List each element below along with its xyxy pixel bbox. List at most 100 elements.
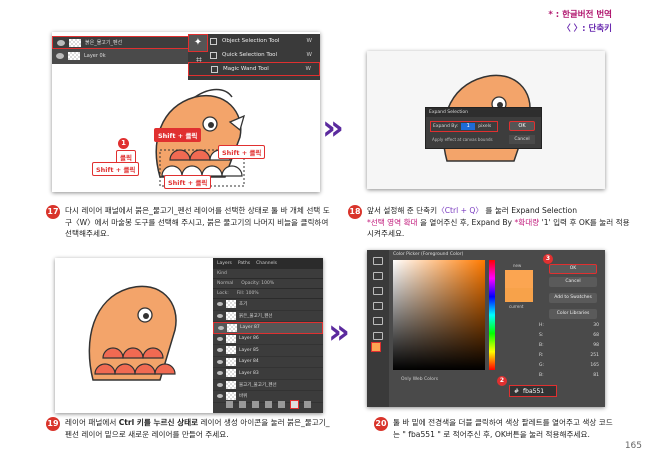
step-marker-badge: 3 xyxy=(543,254,553,264)
legend-shortcut: 〈 〉: 단축키 xyxy=(562,24,612,34)
tab-layers[interactable]: Layers xyxy=(217,261,232,266)
value-row: R: 251 xyxy=(539,353,599,363)
layer-thumbnail xyxy=(226,300,236,309)
value-field[interactable]: 251 xyxy=(590,353,599,363)
color-picker-dialog: Color Picker (Foreground Color) new curr… xyxy=(389,250,605,407)
step-18: 18 앞서 설정해 준 단축키〈Ctrl + Q〉 를 눌러 Expand Se… xyxy=(348,205,630,240)
value-key: S: xyxy=(539,333,544,338)
value-field[interactable]: 81 xyxy=(593,373,599,383)
value-key: B: xyxy=(539,373,544,378)
hue-slider[interactable] xyxy=(489,260,495,370)
crop-tool-icon[interactable]: ⌗ xyxy=(192,54,206,68)
magic-wand-tool-button[interactable]: ✦ xyxy=(188,34,208,52)
layer-label: Layer 86 xyxy=(239,336,259,342)
move-tool-icon[interactable] xyxy=(373,257,383,265)
value-field[interactable]: 68 xyxy=(593,333,599,343)
layer-thumbnail xyxy=(226,311,236,320)
value-field[interactable]: 98 xyxy=(593,343,599,353)
value-row: S: 68 xyxy=(539,333,599,343)
visibility-eye-icon[interactable] xyxy=(56,52,64,59)
visibility-eye-icon[interactable] xyxy=(217,359,223,364)
eraser-tool-icon[interactable] xyxy=(373,302,383,310)
layer-row[interactable]: Layer 83 xyxy=(213,368,323,380)
adjustment-icon[interactable] xyxy=(264,400,272,408)
fx-icon[interactable] xyxy=(238,400,246,408)
shortcut-key: W xyxy=(305,66,311,72)
dialog-title: Expand Selection xyxy=(426,108,541,117)
mask-icon[interactable] xyxy=(251,400,259,408)
color-libraries-button[interactable]: Color Libraries xyxy=(549,309,597,319)
next-step-arrow-icon: » xyxy=(322,108,344,148)
layer-row[interactable]: Layer 87 xyxy=(213,322,323,334)
kind-filter[interactable]: Kind xyxy=(217,271,227,276)
step-text: 레이어 패널에서 Ctrl 키를 누르신 상태로 레이어 생성 아이콘을 눌러 … xyxy=(65,417,336,440)
step-marker-badge: 1 xyxy=(118,138,129,149)
visibility-eye-icon[interactable] xyxy=(217,336,223,341)
quick-selection-icon xyxy=(210,51,217,59)
blend-mode-select[interactable]: Normal xyxy=(217,281,233,286)
ok-button[interactable]: OK xyxy=(509,121,535,131)
menu-item-magic-wand[interactable]: Magic Wand Tool W xyxy=(188,62,320,76)
layer-row[interactable]: 물고기_물고기_펜선 xyxy=(213,380,323,391)
layers-panel-strip: 붉은_물고기_펜선 Layer 0k xyxy=(52,36,192,64)
visibility-eye-icon[interactable] xyxy=(217,302,223,307)
foreground-color-swatch[interactable] xyxy=(371,342,381,352)
cancel-button[interactable]: Cancel xyxy=(509,135,535,144)
layer-row[interactable]: Layer 0k xyxy=(52,49,192,62)
ok-button[interactable]: OK xyxy=(549,264,597,274)
expand-selection-dialog: Expand Selection Expand By: 1 pixels OK … xyxy=(425,107,542,149)
shortcut-text: 〈Ctrl + Q〉 xyxy=(437,206,483,215)
value-key: H: xyxy=(539,323,544,328)
visibility-eye-icon[interactable] xyxy=(57,39,65,46)
visibility-eye-icon[interactable] xyxy=(218,325,224,330)
callout-shift-click: Shift + 클릭 xyxy=(92,162,140,176)
shortcut-key: W xyxy=(306,38,312,44)
color-field[interactable] xyxy=(393,260,485,370)
group-icon[interactable] xyxy=(277,400,285,408)
tab-paths[interactable]: Paths xyxy=(238,261,250,266)
tab-channels[interactable]: Channels xyxy=(256,261,277,266)
visibility-eye-icon[interactable] xyxy=(217,313,223,318)
layer-row[interactable]: 초기 xyxy=(213,299,323,311)
expand-by-field[interactable]: Expand By: 1 pixels xyxy=(430,121,498,132)
visibility-eye-icon[interactable] xyxy=(217,348,223,353)
screenshot-expand-selection: Expand Selection Expand By: 1 pixels OK … xyxy=(367,51,605,189)
hex-input[interactable]: fba551 xyxy=(523,388,544,395)
visibility-eye-icon[interactable] xyxy=(217,371,223,376)
cancel-button[interactable]: Cancel xyxy=(549,277,597,287)
layer-label: Layer 85 xyxy=(239,347,259,353)
only-web-colors-checkbox[interactable]: Only Web Colors xyxy=(401,377,438,382)
link-icon[interactable] xyxy=(225,400,233,408)
dialog-title: Color Picker (Foreground Color) xyxy=(393,252,464,257)
brush-tool-icon[interactable] xyxy=(373,287,383,295)
current-label: current xyxy=(509,304,524,309)
step-text: 툴 바 밑에 전경색을 더블 클릭하여 색상 팔레트를 열어주고 색상 코드는 … xyxy=(393,418,613,439)
value-key: R: xyxy=(539,353,544,358)
apply-canvas-bounds-checkbox[interactable]: Apply effect at canvas bounds xyxy=(432,137,493,142)
zoom-tool-icon[interactable] xyxy=(373,317,383,325)
visibility-eye-icon[interactable] xyxy=(217,394,223,399)
layer-row[interactable]: Layer 86 xyxy=(213,334,323,345)
trash-icon[interactable] xyxy=(303,400,311,408)
screenshot-magic-wand: 붉은_물고기_펜선 Layer 0k Object Selection Tool… xyxy=(52,32,320,192)
lasso-tool-icon[interactable] xyxy=(373,272,383,280)
opacity-field[interactable]: Opacity: 100% xyxy=(241,281,274,286)
next-step-arrow-icon: » xyxy=(328,312,350,352)
visibility-eye-icon[interactable] xyxy=(217,382,223,387)
expand-by-input[interactable]: 1 xyxy=(461,123,476,130)
layer-row[interactable]: 붉은_물고기_펜선 xyxy=(213,311,323,322)
magic-wand-icon xyxy=(211,65,218,73)
fill-field[interactable]: Fill: 100% xyxy=(237,291,259,296)
value-field[interactable]: 30 xyxy=(593,323,599,333)
layer-row[interactable]: Layer 85 xyxy=(213,345,323,357)
layer-row[interactable]: Layer 84 xyxy=(213,357,323,368)
add-to-swatches-button[interactable]: Add to Swatches xyxy=(549,293,597,303)
hex-field[interactable]: # fba551 xyxy=(509,385,557,397)
value-row: B: 98 xyxy=(539,343,599,353)
value-key: B: xyxy=(539,343,544,348)
value-field[interactable]: 165 xyxy=(590,363,599,373)
new-layer-icon[interactable] xyxy=(289,399,299,409)
step-19: 19 레이어 패널에서 Ctrl 키를 누르신 상태로 레이어 생성 아이콘을 … xyxy=(46,417,336,440)
layer-row[interactable]: 붉은_물고기_펜선 xyxy=(52,36,192,49)
hand-tool-icon[interactable] xyxy=(373,332,383,340)
